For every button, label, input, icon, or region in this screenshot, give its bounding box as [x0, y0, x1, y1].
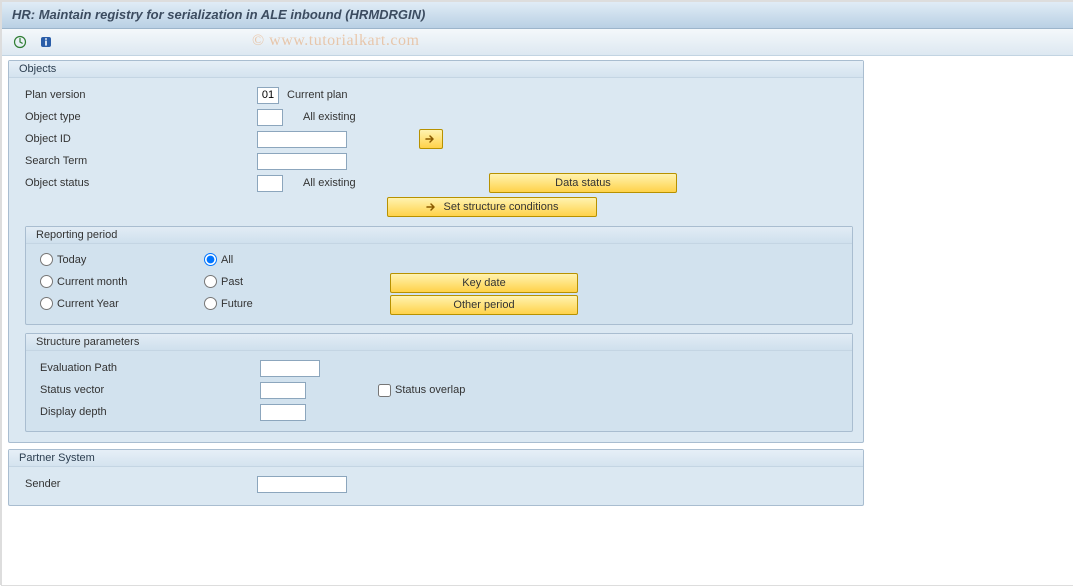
- group-objects: Objects Plan version Current plan Object…: [8, 60, 864, 443]
- radio-all-label: All: [221, 254, 233, 266]
- page-title: HR: Maintain registry for serialization …: [12, 7, 425, 22]
- data-status-button-label: Data status: [555, 177, 611, 189]
- object-type-text: All existing: [303, 111, 356, 123]
- radio-future-input[interactable]: [204, 297, 217, 310]
- sender-label: Sender: [25, 478, 257, 490]
- display-depth-input[interactable]: [260, 404, 306, 421]
- group-objects-title: Objects: [9, 61, 863, 78]
- object-status-label: Object status: [25, 177, 257, 189]
- group-structure-parameters: Structure parameters Evaluation Path Sta…: [25, 333, 853, 432]
- group-structure-title: Structure parameters: [26, 334, 852, 351]
- object-id-label: Object ID: [25, 133, 257, 145]
- radio-current-year-label: Current Year: [57, 298, 119, 310]
- info-button[interactable]: [36, 32, 56, 52]
- status-vector-input[interactable]: [260, 382, 306, 399]
- object-type-input[interactable]: [257, 109, 283, 126]
- object-id-input[interactable]: [257, 131, 347, 148]
- status-overlap-label: Status overlap: [395, 384, 465, 396]
- plan-version-text: Current plan: [287, 89, 348, 101]
- other-period-label: Other period: [453, 299, 514, 311]
- search-term-label: Search Term: [25, 155, 257, 167]
- info-icon: [39, 35, 53, 49]
- plan-version-input[interactable]: [257, 87, 279, 104]
- radio-current-month-input[interactable]: [40, 275, 53, 288]
- radio-today-label: Today: [57, 254, 86, 266]
- search-term-input[interactable]: [257, 153, 347, 170]
- clock-execute-icon: [13, 35, 27, 49]
- object-status-text: All existing: [303, 177, 356, 189]
- radio-past-input[interactable]: [204, 275, 217, 288]
- radio-past[interactable]: Past: [204, 275, 243, 288]
- object-status-input[interactable]: [257, 175, 283, 192]
- set-structure-conditions-label: Set structure conditions: [444, 201, 559, 213]
- radio-all[interactable]: All: [204, 253, 233, 266]
- group-partner-system: Partner System Sender: [8, 449, 864, 506]
- evaluation-path-input[interactable]: [260, 360, 320, 377]
- display-depth-label: Display depth: [40, 406, 260, 418]
- object-type-label: Object type: [25, 111, 257, 123]
- status-vector-label: Status vector: [40, 384, 260, 396]
- sender-input[interactable]: [257, 476, 347, 493]
- object-id-multi-select-button[interactable]: [419, 129, 443, 149]
- radio-future[interactable]: Future: [204, 297, 253, 310]
- title-bar: HR: Maintain registry for serialization …: [2, 2, 1073, 29]
- evaluation-path-label: Evaluation Path: [40, 362, 260, 374]
- set-structure-conditions-button[interactable]: Set structure conditions: [387, 197, 597, 217]
- radio-all-input[interactable]: [204, 253, 217, 266]
- radio-current-month[interactable]: Current month: [40, 275, 127, 288]
- radio-current-month-label: Current month: [57, 276, 127, 288]
- key-date-label: Key date: [462, 277, 505, 289]
- radio-current-year-input[interactable]: [40, 297, 53, 310]
- radio-past-label: Past: [221, 276, 243, 288]
- app-toolbar: [2, 29, 1073, 56]
- radio-today[interactable]: Today: [40, 253, 86, 266]
- arrow-right-icon: [425, 134, 437, 144]
- data-status-button[interactable]: Data status: [489, 173, 677, 193]
- key-date-button[interactable]: Key date: [390, 273, 578, 293]
- group-reporting-period: Reporting period Today All: [25, 226, 853, 325]
- other-period-button[interactable]: Other period: [390, 295, 578, 315]
- execute-button[interactable]: [10, 32, 30, 52]
- radio-today-input[interactable]: [40, 253, 53, 266]
- plan-version-label: Plan version: [25, 89, 257, 101]
- status-overlap-input[interactable]: [378, 384, 391, 397]
- group-partner-title: Partner System: [9, 450, 863, 467]
- group-reporting-title: Reporting period: [26, 227, 852, 244]
- radio-current-year[interactable]: Current Year: [40, 297, 119, 310]
- radio-future-label: Future: [221, 298, 253, 310]
- arrow-right-icon: [426, 202, 438, 212]
- status-overlap-checkbox[interactable]: Status overlap: [378, 384, 465, 397]
